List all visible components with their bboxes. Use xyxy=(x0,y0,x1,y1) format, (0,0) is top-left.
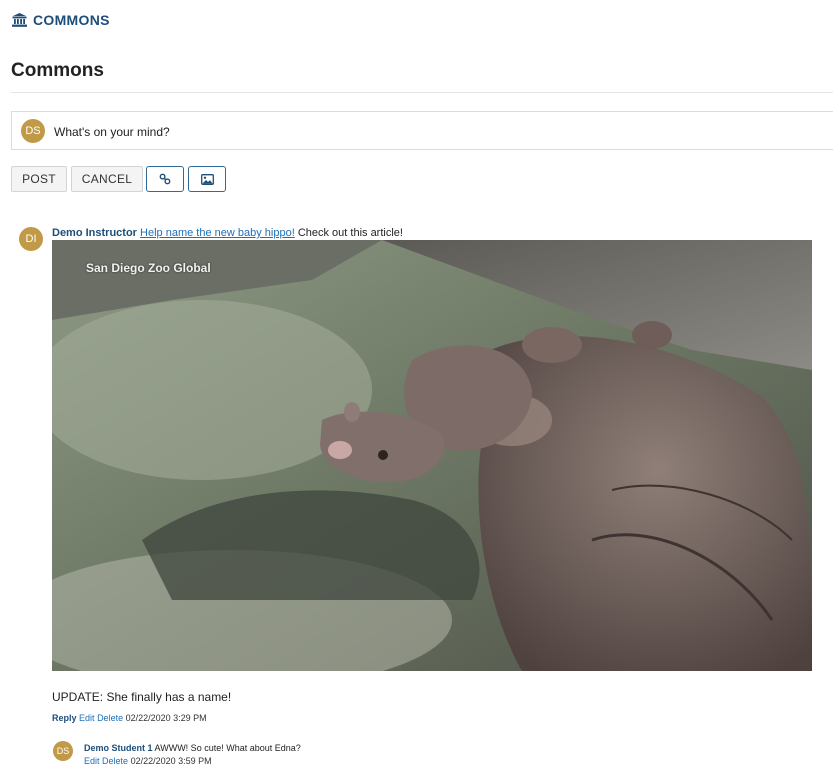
avatar: DI xyxy=(19,227,43,251)
reply-actions: Edit Delete 02/22/2020 3:59 PM xyxy=(84,756,212,767)
reply-timestamp: 02/22/2020 3:59 PM xyxy=(130,756,212,766)
image-watermark: San Diego Zoo Global xyxy=(86,261,211,275)
add-image-button[interactable] xyxy=(188,166,226,192)
reply-link[interactable]: Reply xyxy=(52,713,77,723)
avatar: DS xyxy=(53,741,73,761)
post-timestamp: 02/22/2020 3:29 PM xyxy=(125,713,207,723)
article-link[interactable]: Help name the new baby hippo! xyxy=(140,227,295,239)
post-author[interactable]: Demo Instructor xyxy=(52,227,137,239)
hippo-photo xyxy=(52,240,812,671)
page-title: Commons xyxy=(11,60,104,81)
app-header: COMMONS xyxy=(12,12,110,28)
cancel-button[interactable]: CANCEL xyxy=(71,166,143,192)
reply-message: AWWW! So cute! What about Edna? xyxy=(154,743,301,753)
post-header: Demo Instructor Help name the new baby h… xyxy=(52,226,403,240)
edit-link[interactable]: Edit xyxy=(84,756,100,766)
post-actions: Reply Edit Delete 02/22/2020 3:29 PM xyxy=(52,712,207,724)
add-link-button[interactable] xyxy=(146,166,184,192)
reply-author[interactable]: Demo Student 1 xyxy=(84,743,153,753)
divider xyxy=(11,92,833,93)
post-update-text: UPDATE: She finally has a name! xyxy=(52,690,232,704)
link-icon xyxy=(159,173,171,185)
image-icon xyxy=(200,173,214,185)
post-button[interactable]: POST xyxy=(11,166,67,192)
post-input[interactable] xyxy=(52,118,816,146)
reply-header: Demo Student 1 AWWW! So cute! What about… xyxy=(84,743,301,754)
app-title[interactable]: COMMONS xyxy=(33,12,110,28)
post-composer: DS xyxy=(11,111,833,150)
post-message: Check out this article! xyxy=(297,227,403,239)
edit-link[interactable]: Edit xyxy=(79,713,95,723)
post-image[interactable]: San Diego Zoo Global xyxy=(52,240,812,671)
delete-link[interactable]: Delete xyxy=(97,713,123,723)
delete-link[interactable]: Delete xyxy=(102,756,128,766)
avatar: DS xyxy=(21,119,45,143)
building-columns-icon xyxy=(12,13,27,27)
